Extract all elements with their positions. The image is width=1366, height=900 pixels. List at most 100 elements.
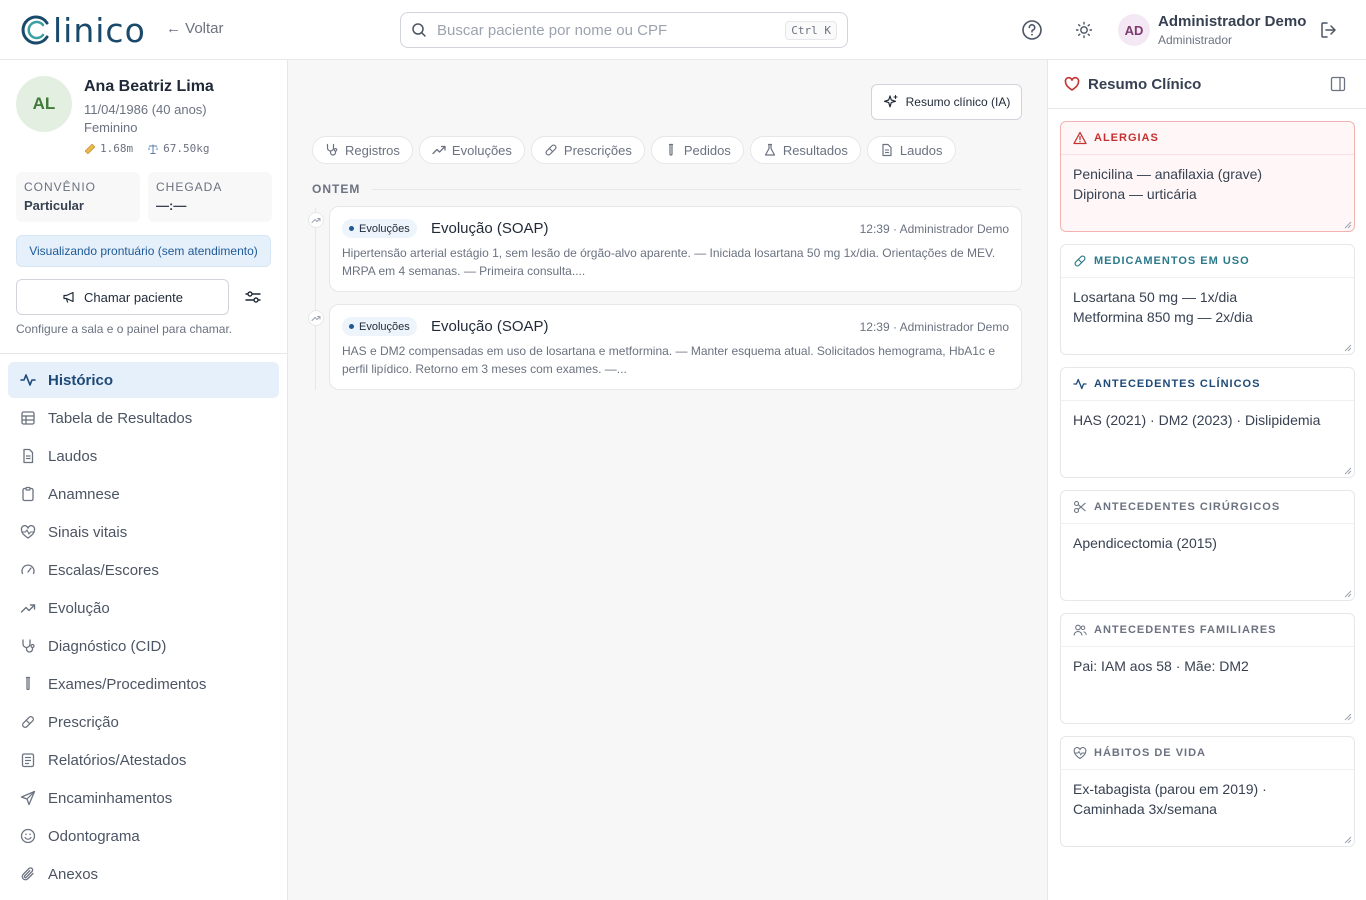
resize-grip-icon[interactable] bbox=[1344, 344, 1352, 352]
nav-item-historico[interactable]: Histórico bbox=[8, 362, 279, 398]
ai-summary-button[interactable]: Resumo clínico (IA) bbox=[871, 84, 1022, 120]
medication-line: Losartana 50 mg — 1x/dia bbox=[1073, 289, 1238, 305]
resize-grip-icon[interactable] bbox=[1344, 221, 1352, 229]
entry-title: Evolução (SOAP) bbox=[431, 318, 549, 335]
card-title: HÁBITOS DE VIDA bbox=[1094, 747, 1206, 759]
nav-item-label: Tabela de Resultados bbox=[48, 409, 193, 427]
nav-item-anexos[interactable]: Anexos bbox=[8, 856, 279, 892]
user-avatar[interactable]: AD bbox=[1118, 14, 1150, 46]
search-shortcut-hint: Ctrl K bbox=[785, 20, 837, 40]
patient-sex: Feminino bbox=[84, 120, 138, 135]
nav-item-encaminhamentos[interactable]: Encaminhamentos bbox=[8, 780, 279, 816]
sliders-icon[interactable] bbox=[242, 286, 264, 308]
surgical-history-textarea[interactable]: Apendicectomia (2015) bbox=[1061, 524, 1354, 562]
heart-icon bbox=[1064, 76, 1080, 91]
nav-item-label: Evolução bbox=[48, 599, 110, 617]
surgical-history-card: ANTECEDENTES CIRÚRGICOS Apendicectomia (… bbox=[1060, 490, 1355, 601]
family-history-textarea[interactable]: Pai: IAM aos 58 · Mãe: DM2 bbox=[1061, 647, 1354, 685]
nav-item-diagnostico[interactable]: Diagnóstico (CID) bbox=[8, 628, 279, 664]
clinical-history-textarea[interactable]: HAS (2021) · DM2 (2023) · Dislipidemia bbox=[1061, 401, 1354, 439]
card-header: ANTECEDENTES CIRÚRGICOS bbox=[1061, 491, 1354, 524]
badge-label: Evoluções bbox=[359, 222, 410, 235]
allergies-textarea[interactable]: Penicilina — anafilaxia (grave) Dipirona… bbox=[1061, 155, 1354, 213]
nav-item-anamnese[interactable]: Anamnese bbox=[8, 476, 279, 512]
document-icon bbox=[882, 143, 892, 157]
filter-evolucoes[interactable]: Evoluções bbox=[418, 136, 525, 164]
send-icon bbox=[20, 790, 36, 806]
pill-icon bbox=[545, 144, 557, 156]
nav-item-escalas[interactable]: Escalas/Escores bbox=[8, 552, 279, 588]
insurance-value: Particular bbox=[24, 198, 84, 213]
scale-icon bbox=[148, 144, 159, 154]
patient-search[interactable]: Buscar paciente por nome ou CPF Ctrl K bbox=[400, 12, 848, 48]
timeline-entry[interactable]: Evoluções Evolução (SOAP) 12:39 · Admini… bbox=[329, 206, 1022, 292]
search-icon bbox=[412, 23, 426, 37]
resize-grip-icon[interactable] bbox=[1344, 713, 1352, 721]
patient-sidebar: AL Ana Beatriz Lima 11/04/1986 (40 anos)… bbox=[0, 60, 288, 900]
card-header: ANTECEDENTES FAMILIARES bbox=[1061, 614, 1354, 647]
resize-grip-icon[interactable] bbox=[1344, 467, 1352, 475]
medication-line: Metformina 850 mg — 2x/dia bbox=[1073, 309, 1253, 325]
card-header: ALERGIAS bbox=[1061, 122, 1354, 155]
call-patient-button[interactable]: Chamar paciente bbox=[16, 279, 229, 315]
badge-dot bbox=[349, 324, 354, 329]
filter-registros[interactable]: Registros bbox=[312, 136, 413, 164]
back-button[interactable]: ← Voltar bbox=[166, 20, 224, 37]
nav-item-evolucao[interactable]: Evolução bbox=[8, 590, 279, 626]
help-circle-icon[interactable] bbox=[1021, 19, 1043, 41]
pill-icon bbox=[1074, 255, 1086, 267]
patient-name: Ana Beatriz Lima bbox=[84, 78, 214, 95]
search-input[interactable]: Buscar paciente por nome ou CPF bbox=[437, 22, 785, 39]
card-title: ANTECEDENTES CLÍNICOS bbox=[1094, 378, 1261, 390]
timeline-entry[interactable]: Evoluções Evolução (SOAP) 12:39 · Admini… bbox=[329, 304, 1022, 390]
patient-height: 1.68m bbox=[100, 142, 134, 155]
nav-item-laudos[interactable]: Laudos bbox=[8, 438, 279, 474]
trend-up-icon bbox=[311, 316, 321, 321]
sun-icon[interactable] bbox=[1073, 19, 1095, 41]
panel-collapse-icon[interactable] bbox=[1330, 76, 1346, 92]
patient-avatar: AL bbox=[16, 76, 72, 132]
timeline-node bbox=[308, 310, 324, 326]
trend-up-icon bbox=[432, 145, 446, 155]
stethoscope-icon bbox=[22, 639, 35, 653]
nav-item-relatorios[interactable]: Relatórios/Atestados bbox=[8, 742, 279, 778]
timeline-rail bbox=[315, 208, 316, 390]
nav-item-label: Anamnese bbox=[48, 485, 120, 503]
trend-up-icon bbox=[20, 604, 36, 613]
medications-textarea[interactable]: Losartana 50 mg — 1x/dia Metformina 850 … bbox=[1061, 278, 1354, 336]
trend-up-icon bbox=[311, 218, 321, 223]
nav-item-sinais-vitais[interactable]: Sinais vitais bbox=[8, 514, 279, 550]
lifestyle-textarea[interactable]: Ex-tabagista (parou em 2019) · Caminhada… bbox=[1061, 770, 1354, 828]
filter-pedidos[interactable]: Pedidos bbox=[650, 136, 744, 164]
smile-icon bbox=[20, 828, 36, 844]
nav-item-tabela-resultados[interactable]: Tabela de Resultados bbox=[8, 400, 279, 436]
nav-item-prescricao[interactable]: Prescrição bbox=[8, 704, 279, 740]
megaphone-icon bbox=[63, 291, 74, 303]
sparkles-icon bbox=[883, 94, 898, 108]
badge-label: Evoluções bbox=[359, 320, 410, 333]
nav-item-exames[interactable]: Exames/Procedimentos bbox=[8, 666, 279, 702]
paperclip-icon bbox=[21, 867, 34, 881]
alert-triangle-icon bbox=[1073, 131, 1087, 145]
filter-laudos[interactable]: Laudos bbox=[866, 136, 956, 164]
lifestyle-line: Ex-tabagista (parou em 2019) · bbox=[1073, 781, 1267, 797]
logout-icon[interactable] bbox=[1318, 19, 1340, 41]
test-tube-icon bbox=[668, 143, 673, 156]
ai-summary-label: Resumo clínico (IA) bbox=[905, 95, 1011, 109]
stethoscope-icon bbox=[326, 143, 338, 156]
resize-grip-icon[interactable] bbox=[1344, 836, 1352, 844]
resize-grip-icon[interactable] bbox=[1344, 590, 1352, 598]
clinico-logo[interactable]: linico bbox=[20, 12, 146, 48]
entry-meta: 12:39 · Administrador Demo bbox=[859, 222, 1009, 236]
day-divider bbox=[372, 189, 1021, 190]
nav-item-odontograma[interactable]: Odontograma bbox=[8, 818, 279, 854]
insurance-box: CONVÊNIO Particular bbox=[16, 172, 140, 222]
user-role: Administrador bbox=[1158, 33, 1233, 47]
record-nav: Histórico Tabela de Resultados Laudos An… bbox=[8, 362, 279, 894]
filter-prescricoes[interactable]: Prescrições bbox=[530, 136, 645, 164]
viewing-notice: Visualizando prontuário (sem atendimento… bbox=[16, 235, 271, 267]
nav-item-label: Relatórios/Atestados bbox=[48, 751, 187, 769]
clipboard-icon bbox=[22, 486, 34, 502]
clinical-history-line: HAS (2021) · DM2 (2023) · Dislipidemia bbox=[1073, 412, 1321, 428]
filter-resultados[interactable]: Resultados bbox=[749, 136, 861, 164]
